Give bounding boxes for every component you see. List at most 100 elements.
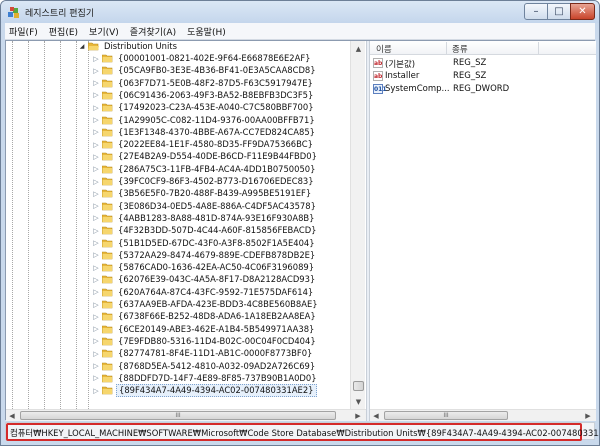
collapsed-arrow-icon[interactable]: ▷ <box>92 128 100 136</box>
collapsed-arrow-icon[interactable]: ▷ <box>92 227 100 235</box>
tree-node[interactable]: ▷ {286A75C3-11FB-4FB4-AC4A-4DD1B0750050} <box>92 164 317 175</box>
collapsed-arrow-icon[interactable]: ▷ <box>92 251 100 259</box>
tree-node[interactable]: ▷ {27E4B2A9-D554-40DE-B6CD-F11E9B44FBD0} <box>92 151 319 162</box>
tree-node[interactable]: ▷ {620A764A-87C4-43FC-9592-71E575DAF614} <box>92 287 315 298</box>
folder-icon <box>102 325 113 333</box>
tree-node[interactable]: ▷ {82774781-8F4E-11D1-AB1C-0000F8773BF0} <box>92 348 314 359</box>
column-type-header[interactable]: 종류 <box>452 43 468 55</box>
list-hscroll-thumb[interactable]: III <box>384 411 508 420</box>
menu-favorites[interactable]: 즐겨찾기(A) <box>130 25 176 38</box>
value-row[interactable]: 011 SystemComp... REG_DWORD <box>370 83 596 95</box>
tree-node-distribution-units[interactable]: ◢ Distribution Units <box>78 41 179 52</box>
tree-node[interactable]: ▷ {063F7D71-5E0B-48F2-87D5-F63C5917947E} <box>92 78 315 89</box>
tree-node[interactable]: ▷ {05CA9FB0-3E3E-4B36-BF41-0E3A5CAA8CD8} <box>92 65 318 76</box>
tree-node[interactable]: ▷ {7E9FDB80-5316-11D4-B02C-00C04F0CD404} <box>92 336 318 347</box>
column-name-header[interactable]: 이름 <box>376 43 392 55</box>
tree-node[interactable]: ▷ {1E3F1348-4370-4BBE-A67A-CC7ED824CA85} <box>92 127 317 138</box>
collapsed-arrow-icon[interactable]: ▷ <box>92 276 100 284</box>
tree-guide-line <box>76 41 77 409</box>
tree-node[interactable]: ▷ {39FC0CF9-86F3-4502-B773-D16706EDEC83} <box>92 176 316 187</box>
tree-node[interactable]: ▷ {00001001-0821-402E-9F64-E66878E6E2AF} <box>92 53 313 64</box>
collapsed-arrow-icon[interactable]: ▷ <box>92 301 100 309</box>
tree-node[interactable]: ▷ {3E086D34-0ED5-4A8E-886A-C4DF5AC43578} <box>92 201 318 212</box>
values-list[interactable]: 이름 종류 ab (기본값) REG_SZ ab Installer REG_SZ 011 S… <box>370 41 596 409</box>
tree-node[interactable]: ▷ {4F32B3DD-507D-4C44-A60F-815856FEBACD} <box>92 225 319 236</box>
value-name: (기본값) <box>385 60 416 70</box>
value-row[interactable]: ab Installer REG_SZ <box>370 70 596 82</box>
maximize-icon: □ <box>554 6 564 17</box>
collapsed-arrow-icon[interactable]: ▷ <box>92 190 100 198</box>
registry-tree[interactable]: ◢ Distribution Units ▷ {00001001-0821-402… <box>6 41 366 409</box>
tree-node[interactable]: ▷ {06C91436-2063-49F3-BA52-B8EBFB3DC3F5} <box>92 90 315 101</box>
tree-node[interactable]: ▷ {17492023-C23A-453E-A040-C7C580BBF700} <box>92 102 316 113</box>
menu-view[interactable]: 보기(V) <box>89 25 119 38</box>
tree-node-label: {4F32B3DD-507D-4C44-A60F-815856FEBACD} <box>118 225 317 236</box>
collapsed-arrow-icon[interactable]: ▷ <box>92 350 100 358</box>
reg-dword-icon: 011 <box>373 84 387 94</box>
collapsed-arrow-icon[interactable]: ▷ <box>92 116 100 124</box>
scroll-left-arrow-icon[interactable]: ◀ <box>6 410 18 421</box>
collapsed-arrow-icon[interactable]: ▷ <box>92 202 100 210</box>
tree-node[interactable]: ▷ {637AA9EB-AFDA-423E-BDD3-4C8BE560B8AE} <box>92 299 320 310</box>
collapsed-arrow-icon[interactable]: ▷ <box>92 104 100 112</box>
collapsed-arrow-icon[interactable]: ▷ <box>92 288 100 296</box>
minimize-button[interactable]: – <box>524 3 548 20</box>
tree-node[interactable]: ▷ {3B56E5F0-7B20-488F-B439-A995BE5191EF} <box>92 188 313 199</box>
value-name: Installer <box>385 71 420 81</box>
collapsed-arrow-icon[interactable]: ▷ <box>92 153 100 161</box>
collapsed-arrow-icon[interactable]: ▷ <box>92 67 100 75</box>
collapsed-arrow-icon[interactable]: ▷ <box>92 337 100 345</box>
collapsed-arrow-icon[interactable]: ▷ <box>92 141 100 149</box>
folder-icon <box>102 202 113 210</box>
collapsed-arrow-icon[interactable]: ▷ <box>92 55 100 63</box>
collapsed-arrow-icon[interactable]: ▷ <box>92 239 100 247</box>
tree-node[interactable]: ▷ {88DDFD7D-14F7-4E89-8F85-737B90B1A0D0} <box>92 373 319 384</box>
collapsed-arrow-icon[interactable]: ▷ <box>92 264 100 272</box>
scroll-thumb[interactable] <box>353 381 364 391</box>
expanded-arrow-icon[interactable]: ◢ <box>78 43 86 51</box>
tree-node[interactable]: ▷ {89F434A7-4A49-4394-AC02-007480331AE2} <box>92 384 317 398</box>
collapsed-arrow-icon[interactable]: ▷ <box>92 91 100 99</box>
collapsed-arrow-icon[interactable]: ▷ <box>92 313 100 321</box>
tree-horizontal-scrollbar[interactable]: ◀ III ▶ <box>6 409 366 421</box>
list-horizontal-scrollbar[interactable]: ◀ III ▶ <box>370 409 596 421</box>
tree-node[interactable]: ▷ {51B1D5ED-67DC-43F0-A3F8-8502F1A5E404} <box>92 238 317 249</box>
close-button[interactable]: ✕ <box>570 3 595 20</box>
folder-icon <box>102 349 113 358</box>
column-separator[interactable] <box>538 42 539 54</box>
tree-node[interactable]: ▷ {62076E39-043C-4A5A-8F17-D8A2128ACD93} <box>92 274 317 285</box>
collapsed-arrow-icon[interactable]: ▷ <box>92 165 100 173</box>
folder-icon <box>102 374 113 383</box>
tree-node[interactable]: ▷ {2022EE84-1E1F-4580-8D35-FF9DA75366BC} <box>92 139 315 150</box>
value-row[interactable]: ab (기본값) REG_SZ <box>370 57 596 70</box>
collapsed-arrow-icon[interactable]: ▷ <box>92 214 100 222</box>
column-separator[interactable] <box>446 42 447 54</box>
tree-node[interactable]: ▷ {6738F66E-B252-48D8-ADA6-1A18EB2AA8EA} <box>92 311 318 322</box>
menu-file[interactable]: 파일(F) <box>9 25 38 38</box>
title-bar[interactable]: 레지스트리 편집기 – □ ✕ <box>1 1 599 23</box>
collapsed-arrow-icon[interactable]: ▷ <box>92 79 100 87</box>
maximize-button[interactable]: □ <box>547 3 571 20</box>
tree-node[interactable]: ▷ {4ABB1283-8A88-481D-874A-93E16F930A8B} <box>92 213 317 224</box>
tree-node[interactable]: ▷ {5372AA29-8474-4679-889E-CDEFB878DB2E} <box>92 250 317 261</box>
scroll-up-arrow-icon[interactable]: ▲ <box>351 41 366 56</box>
scroll-right-arrow-icon[interactable]: ▶ <box>352 410 364 421</box>
collapsed-arrow-icon[interactable]: ▷ <box>92 387 100 395</box>
tree-node[interactable]: ▷ {8768D5EA-5412-4810-A032-09AD2A726C69} <box>92 361 317 372</box>
scroll-down-arrow-icon[interactable]: ▼ <box>351 394 366 409</box>
tree-node[interactable]: ▷ {5876CAD0-1636-42EA-AC50-4C06F3196089} <box>92 262 316 273</box>
tree-hscroll-thumb[interactable]: III <box>20 411 336 420</box>
scroll-right-arrow-icon[interactable]: ▶ <box>582 410 594 421</box>
collapsed-arrow-icon[interactable]: ▷ <box>92 374 100 382</box>
tree-node[interactable]: ▷ {6CE20149-ABE3-462E-A1B4-5B549971AA38} <box>92 324 316 335</box>
collapsed-arrow-icon[interactable]: ▷ <box>92 362 100 370</box>
tree-node[interactable]: ▷ {1A29905C-C082-11D4-9376-00AA00BFFB71} <box>92 115 317 126</box>
collapsed-arrow-icon[interactable]: ▷ <box>92 325 100 333</box>
scroll-left-arrow-icon[interactable]: ◀ <box>370 410 382 421</box>
menu-help[interactable]: 도움말(H) <box>187 25 226 38</box>
collapsed-arrow-icon[interactable]: ▷ <box>92 178 100 186</box>
menu-edit[interactable]: 편집(E) <box>49 25 78 38</box>
tree-vertical-scrollbar[interactable]: ▲ ▼ <box>350 41 365 409</box>
menu-bar: 파일(F) 편집(E) 보기(V) 즐겨찾기(A) 도움말(H) <box>5 23 595 40</box>
value-name: SystemComp... <box>385 84 450 94</box>
